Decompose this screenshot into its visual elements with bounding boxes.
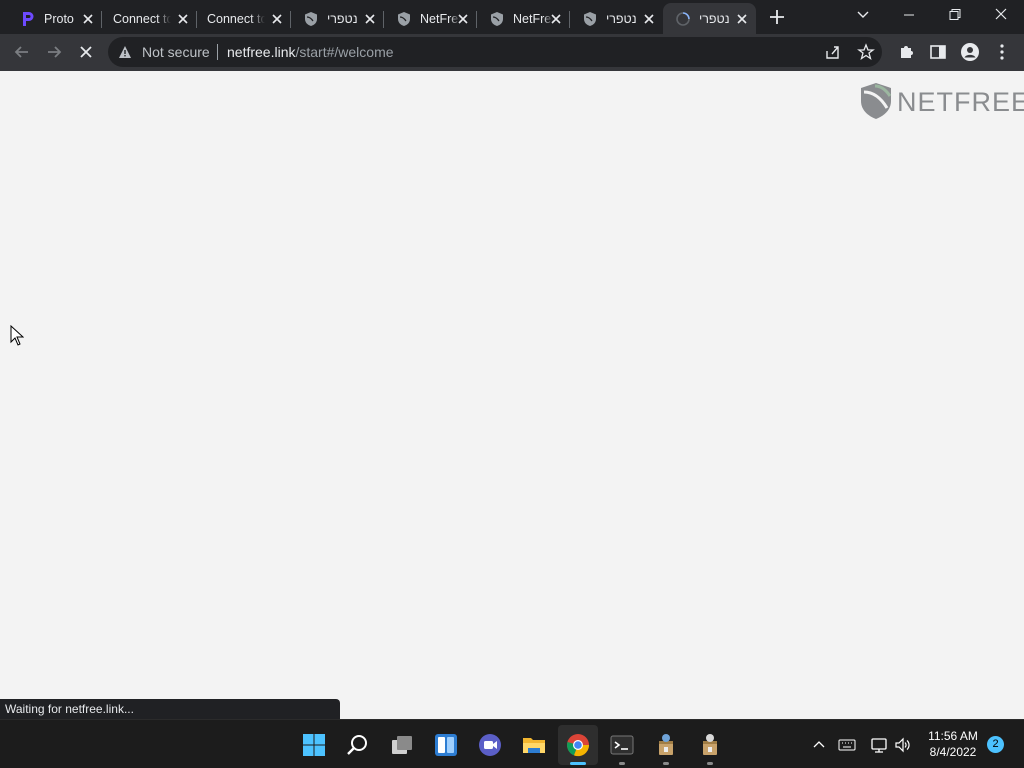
netfree-shield-logo-icon [861,83,892,119]
chrome-button[interactable] [558,725,598,765]
tab-connect-1[interactable]: Connect to [103,3,197,34]
menu-kebab-icon[interactable] [992,42,1012,62]
clock[interactable]: 11:56 AM 8/4/2022 [920,728,986,760]
netfree-shield-icon [305,12,317,26]
show-hidden-icons-chevron-icon[interactable] [810,736,828,754]
tab-title: Proto [44,12,74,26]
installer-button-1[interactable] [646,725,686,765]
tab-search-chevron-icon[interactable] [850,4,876,26]
url-host: netfree.link [227,44,296,60]
stop-loading-icon[interactable] [76,42,96,62]
back-arrow-icon[interactable] [12,42,32,62]
tab-netfree-he-2[interactable]: נטפרי [570,3,663,34]
widgets-icon [435,734,457,756]
widgets-button[interactable] [426,725,466,765]
new-tab-icon[interactable] [767,7,787,27]
search-icon [347,735,367,755]
bookmark-star-icon[interactable] [857,43,875,61]
loading-spinner-icon [676,12,690,26]
running-indicator [570,762,586,765]
tab-connect-2[interactable]: Connect to [197,3,291,34]
netfree-shield-icon [398,12,410,26]
running-indicator [619,762,625,765]
mouse-cursor-icon [10,325,24,346]
task-view-button[interactable] [382,725,422,765]
file-explorer-button[interactable] [514,725,554,765]
url-text[interactable]: netfree.link/start#/welcome [227,44,394,60]
search-button[interactable] [338,725,378,765]
tab-title: Connect to [113,12,171,26]
start-button[interactable] [294,725,334,765]
tab-title: נטפרי [606,12,637,26]
tab-netfree-he-1[interactable]: נטפרי [291,3,384,34]
netfree-shield-icon [584,12,596,26]
installer-icon [659,734,673,755]
close-icon[interactable] [363,12,377,26]
side-panel-icon[interactable] [928,42,948,62]
minimize-icon[interactable] [896,4,922,26]
close-icon[interactable] [456,12,470,26]
url-path: /start#/welcome [295,44,394,60]
extensions-puzzle-icon[interactable] [896,42,916,62]
forward-arrow-icon[interactable] [44,42,64,62]
tab-separator [101,11,102,28]
page-content: NETFREE Waiting for netfree.link... [0,71,1024,720]
terminal-button[interactable] [602,725,642,765]
close-icon[interactable] [81,12,95,26]
windows-taskbar: 11:56 AM 8/4/2022 2 [0,719,1024,768]
close-window-icon[interactable] [988,4,1014,26]
installer-icon [703,734,717,755]
teams-chat-icon [479,734,501,756]
teams-chat-button[interactable] [470,725,510,765]
close-icon[interactable] [642,12,656,26]
status-bar: Waiting for netfree.link... [0,699,340,720]
network-icon[interactable] [870,736,888,754]
tab-proton[interactable]: Proto [8,3,102,34]
close-icon[interactable] [549,12,563,26]
keyboard-icon[interactable] [838,736,856,754]
restore-icon[interactable] [942,4,968,26]
tab-strip: Proto Connect to Connect to נטפרי NetFre… [0,0,1024,34]
clock-time: 11:56 AM [928,729,978,743]
volume-icon[interactable] [894,736,912,754]
close-icon[interactable] [735,12,749,26]
tab-title: נטפרי [699,12,730,26]
not-secure-warning-icon[interactable] [118,45,132,59]
omnibox-divider [217,44,218,60]
tab-title: Connect to [207,12,265,26]
address-bar[interactable]: Not secure netfree.link/start#/welcome [108,37,882,67]
tab-title: נטפרי [327,12,358,26]
installer-button-2[interactable] [690,725,730,765]
netfree-logo: NETFREE [859,82,1024,122]
security-label[interactable]: Not secure [142,44,210,60]
close-icon[interactable] [176,12,190,26]
terminal-icon [610,735,634,755]
running-indicator [707,762,713,765]
logo-text: NETFREE [897,87,1024,117]
tab-title: NetFree [420,12,460,26]
tab-active-loading[interactable]: נטפרי [663,3,756,34]
tab-netfree-2[interactable]: NetFree [477,3,570,34]
running-indicator [663,762,669,765]
tab-netfree-1[interactable]: NetFree [384,3,477,34]
start-icon [303,734,325,756]
tab-title: NetFree [513,12,553,26]
file-explorer-icon [523,738,545,753]
task-view-icon [392,736,412,754]
profile-avatar-icon[interactable] [960,42,980,62]
proton-p-icon [23,12,34,26]
close-icon[interactable] [270,12,284,26]
chrome-icon [567,734,590,757]
browser-toolbar: Not secure netfree.link/start#/welcome [0,34,1024,71]
notification-badge[interactable]: 2 [987,736,1004,753]
share-icon[interactable] [824,43,842,61]
clock-date: 8/4/2022 [929,745,977,759]
netfree-shield-icon [491,12,503,26]
